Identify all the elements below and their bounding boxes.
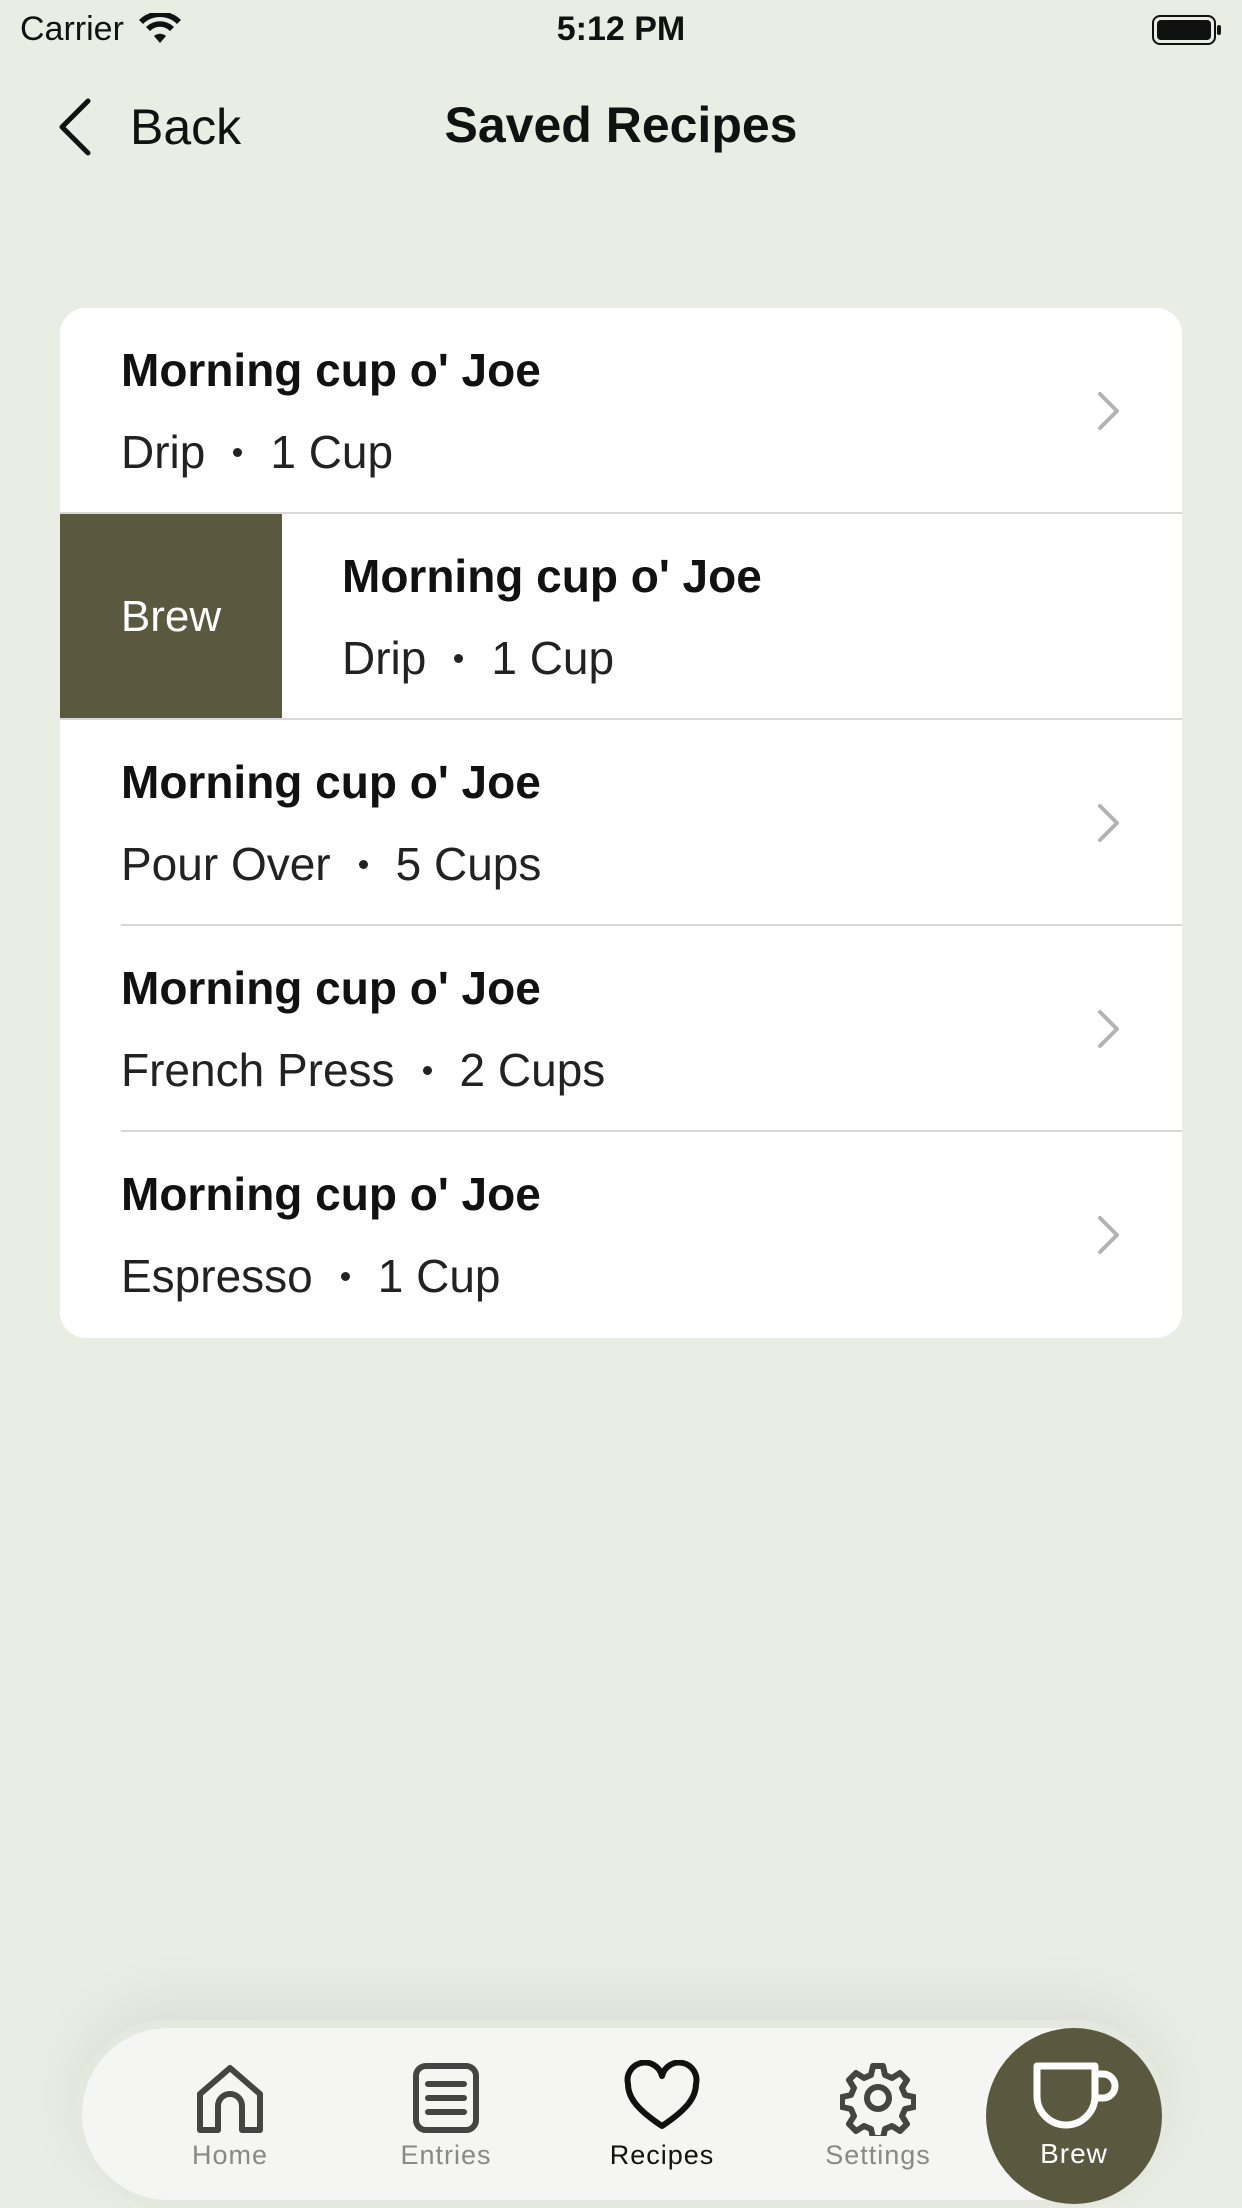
recipe-name: Morning cup o' Joe bbox=[121, 1168, 541, 1220]
recipe-name: Morning cup o' Joe bbox=[121, 344, 541, 396]
tab-entries[interactable]: Entries bbox=[366, 2060, 526, 2171]
recipe-method: Drip bbox=[342, 632, 427, 684]
recipe-method: Drip bbox=[121, 426, 206, 478]
swipe-brew-button[interactable]: Brew bbox=[60, 514, 282, 720]
recipe-row[interactable]: Morning cup o' Joe Espresso 1 Cup bbox=[60, 1132, 1182, 1338]
recipe-name: Morning cup o' Joe bbox=[342, 550, 762, 602]
tab-recipes-label: Recipes bbox=[609, 2140, 715, 2170]
status-bar: Carrier 5:12 PM bbox=[0, 0, 1242, 62]
brew-button[interactable]: Brew bbox=[986, 2028, 1162, 2204]
recipe-row-content: Morning cup o' Joe Espresso 1 Cup bbox=[121, 1166, 541, 1304]
recipe-amount: 1 Cup bbox=[270, 426, 394, 478]
recipe-meta: Drip 1 Cup bbox=[121, 424, 541, 480]
recipe-amount: 1 Cup bbox=[377, 1250, 501, 1302]
recipe-amount: 2 Cups bbox=[459, 1044, 606, 1096]
recipe-row-content: Morning cup o' Joe French Press 2 Cups bbox=[121, 960, 605, 1098]
list-icon bbox=[413, 2063, 479, 2133]
recipe-row-content: Morning cup o' Joe Drip 1 Cup bbox=[342, 548, 762, 686]
recipe-row-content: Morning cup o' Joe Pour Over 5 Cups bbox=[121, 754, 541, 892]
recipe-meta: French Press 2 Cups bbox=[121, 1042, 605, 1098]
recipe-meta: Espresso 1 Cup bbox=[121, 1248, 541, 1304]
gear-icon bbox=[840, 2063, 916, 2136]
status-time: 5:12 PM bbox=[556, 10, 686, 48]
chevron-right-icon bbox=[1098, 1216, 1119, 1254]
recipe-meta: Drip 1 Cup bbox=[342, 630, 762, 686]
recipe-list: Morning cup o' Joe Drip 1 Cup Brew Morni… bbox=[60, 308, 1182, 1338]
recipe-name: Morning cup o' Joe bbox=[121, 962, 541, 1014]
tab-recipes[interactable]: Recipes bbox=[582, 2060, 742, 2171]
recipe-method: Espresso bbox=[121, 1250, 313, 1302]
separator-dot bbox=[340, 1271, 350, 1281]
recipe-meta: Pour Over 5 Cups bbox=[121, 836, 541, 892]
coffee-cup-icon bbox=[1033, 2062, 1119, 2129]
battery-icon bbox=[1152, 15, 1221, 45]
chevron-right-icon bbox=[1098, 392, 1119, 430]
saved-recipes-screen: Carrier 5:12 PM Back Saved Recipes Morni… bbox=[0, 0, 1242, 2208]
tab-home[interactable]: Home bbox=[150, 2060, 310, 2171]
recipe-row-content: Morning cup o' Joe Drip 1 Cup bbox=[121, 342, 541, 480]
tab-settings[interactable]: Settings bbox=[798, 2060, 958, 2171]
tab-settings-label: Settings bbox=[825, 2140, 931, 2170]
recipe-row[interactable]: Morning cup o' Joe French Press 2 Cups bbox=[60, 926, 1182, 1132]
recipe-row[interactable]: Morning cup o' Joe Drip 1 Cup bbox=[60, 308, 1182, 514]
chevron-right-icon bbox=[1098, 1010, 1119, 1048]
recipe-amount: 5 Cups bbox=[395, 838, 542, 890]
tab-entries-label: Entries bbox=[400, 2140, 492, 2170]
recipe-row[interactable]: Morning cup o' Joe Pour Over 5 Cups bbox=[60, 720, 1182, 926]
tab-bar: Home Entries Recipes Settings Brew bbox=[74, 2020, 1168, 2208]
chevron-right-icon bbox=[1098, 804, 1119, 842]
recipe-name: Morning cup o' Joe bbox=[121, 756, 541, 808]
tab-home-label: Home bbox=[191, 2140, 269, 2170]
separator-dot bbox=[233, 447, 243, 457]
recipe-method: French Press bbox=[121, 1044, 395, 1096]
recipe-amount: 1 Cup bbox=[491, 632, 615, 684]
page-title: Saved Recipes bbox=[444, 97, 798, 153]
heart-icon bbox=[624, 2060, 700, 2129]
recipe-method: Pour Over bbox=[121, 838, 331, 890]
separator-dot bbox=[358, 859, 368, 869]
separator-dot bbox=[422, 1065, 432, 1075]
home-icon bbox=[197, 2065, 263, 2133]
brew-button-label: Brew bbox=[1040, 2138, 1108, 2169]
separator-dot bbox=[454, 653, 464, 663]
recipe-row-swiped[interactable]: Brew Morning cup o' Joe Drip 1 Cup bbox=[60, 514, 1182, 720]
